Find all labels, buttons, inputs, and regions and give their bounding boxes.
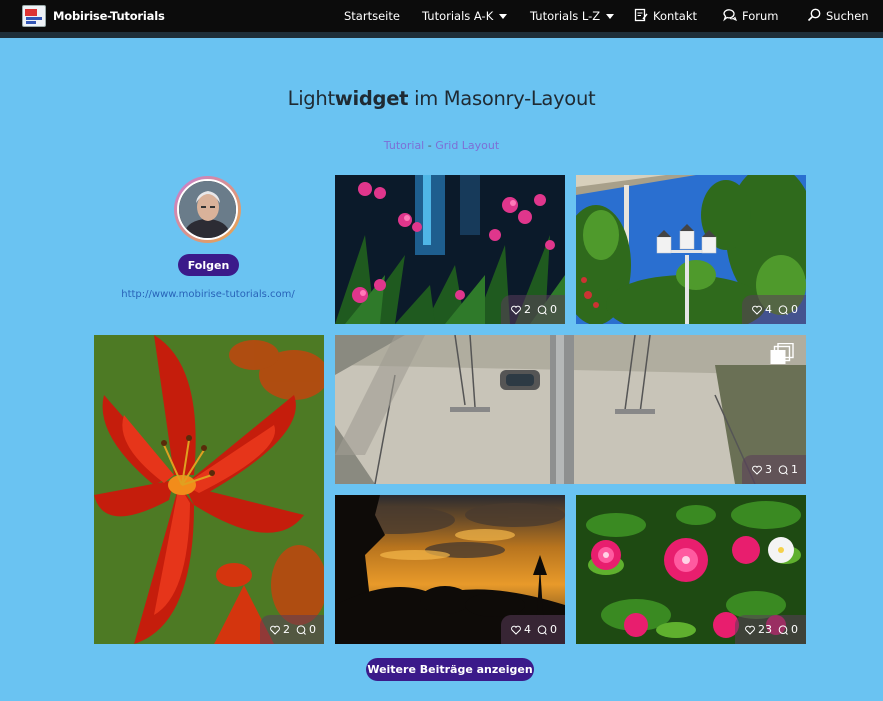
heart-icon: [752, 305, 762, 315]
follow-button[interactable]: Folgen: [178, 254, 239, 276]
post-tile[interactable]: 4 0: [576, 175, 806, 324]
avatar-photo: [177, 179, 238, 240]
post-stats: 2 0: [501, 295, 565, 324]
profile-website-link[interactable]: http://www.mobirise-tutorials.com/: [108, 289, 308, 300]
chat-icon: [722, 8, 737, 25]
comment-icon: [778, 624, 788, 635]
likes-count: 4: [765, 303, 772, 316]
title-part: im Masonry-Layout: [408, 87, 596, 110]
likes-count: 23: [758, 623, 772, 636]
post-stats: 23 0: [735, 615, 806, 644]
comment-icon: [537, 304, 547, 315]
title-bold: widget: [334, 87, 409, 110]
heart-icon: [270, 625, 280, 635]
multiple-images-icon: [770, 342, 794, 369]
comments-count: 0: [791, 303, 798, 316]
post-tile[interactable]: 23 0: [576, 495, 806, 644]
nav-tutorials-a-k[interactable]: Tutorials A-K: [422, 0, 508, 32]
brand-name: Mobirise-Tutorials: [53, 9, 165, 23]
nav-label: Startseite: [344, 9, 400, 23]
brand-logo-icon: [22, 5, 46, 27]
comment-icon: [296, 624, 306, 635]
post-tile[interactable]: 3 1: [335, 335, 806, 484]
post-tile[interactable]: 2 0: [94, 335, 324, 644]
comments-count: 0: [309, 623, 316, 636]
post-stats: 4 0: [742, 295, 806, 324]
heart-icon: [511, 625, 521, 635]
nav-label: Kontakt: [653, 9, 698, 23]
nav-startseite[interactable]: Startseite: [344, 0, 400, 32]
comments-count: 0: [791, 623, 798, 636]
navbar: Mobirise-Tutorials Startseite Tutorials …: [0, 0, 883, 38]
post-stats: 2 0: [260, 615, 324, 644]
comment-icon: [537, 624, 547, 635]
form-icon: [634, 8, 648, 25]
nav-label: Tutorials L-Z: [530, 9, 601, 23]
nav-label: Suchen: [826, 9, 869, 23]
nav-forum[interactable]: Forum: [722, 0, 778, 32]
likes-count: 2: [283, 623, 290, 636]
comments-count: 0: [550, 623, 557, 636]
brand[interactable]: Mobirise-Tutorials: [22, 5, 165, 27]
heart-icon: [752, 465, 762, 475]
page-title: Lightwidget im Masonry-Layout: [0, 87, 883, 110]
post-stats: 4 0: [501, 615, 565, 644]
nav-kontakt[interactable]: Kontakt: [634, 0, 697, 32]
nav-label: Forum: [742, 9, 779, 23]
likes-count: 4: [524, 623, 531, 636]
title-part: Light: [287, 87, 335, 110]
likes-count: 2: [524, 303, 531, 316]
nav-tutorials-l-z[interactable]: Tutorials L-Z: [530, 0, 615, 32]
crumb-separator: -: [424, 139, 436, 152]
post-tile[interactable]: 4 0: [335, 495, 565, 644]
search-icon: [807, 8, 821, 25]
crumb-grid-layout-link[interactable]: Grid Layout: [435, 139, 499, 152]
avatar[interactable]: [174, 176, 241, 243]
load-more-button[interactable]: Weitere Beiträge anzeigen: [366, 658, 534, 681]
likes-count: 3: [765, 463, 772, 476]
post-image: [94, 335, 324, 644]
comment-icon: [778, 464, 788, 475]
heart-icon: [511, 305, 521, 315]
caret-down-icon: [499, 13, 508, 19]
comments-count: 1: [791, 463, 798, 476]
nav-suchen[interactable]: Suchen: [807, 0, 869, 32]
post-tile[interactable]: 2 0: [335, 175, 565, 324]
caret-down-icon: [606, 13, 615, 19]
nav-label: Tutorials A-K: [422, 9, 494, 23]
crumb-tutorial-link[interactable]: Tutorial: [384, 139, 424, 152]
comment-icon: [778, 304, 788, 315]
post-stats: 3 1: [742, 455, 806, 484]
breadcrumb: Tutorial - Grid Layout: [0, 139, 883, 152]
post-image: [335, 335, 806, 484]
comments-count: 0: [550, 303, 557, 316]
heart-icon: [745, 625, 755, 635]
